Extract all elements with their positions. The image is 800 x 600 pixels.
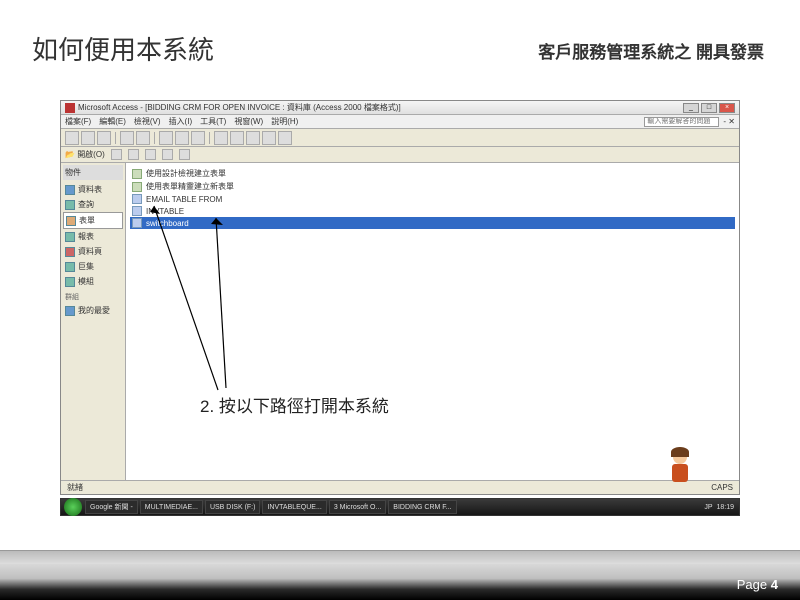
windows-taskbar: Google 新聞 - MULTIMEDIAE... USB DISK (F:)…: [60, 498, 740, 516]
start-button[interactable]: [64, 498, 82, 516]
db-toolbar-button[interactable]: [145, 149, 156, 160]
wizard-icon: [132, 182, 142, 192]
nav-reports[interactable]: 報表: [63, 229, 123, 244]
access-icon: [65, 103, 75, 113]
taskbar-item[interactable]: BIDDING CRM F...: [388, 500, 456, 514]
list-item[interactable]: 使用設計檢視建立表單: [130, 167, 735, 180]
menu-insert[interactable]: 插入(I): [169, 116, 193, 127]
taskbar-item[interactable]: 3 Microsoft O...: [329, 500, 386, 514]
nav-favorites[interactable]: 我的最愛: [63, 303, 123, 318]
toolbar-button[interactable]: [136, 131, 150, 145]
toolbar-separator: [209, 132, 210, 144]
module-icon: [65, 277, 75, 287]
menu-tools[interactable]: 工具(T): [200, 116, 226, 127]
toolbar-button[interactable]: [175, 131, 189, 145]
report-icon: [65, 232, 75, 242]
page-number: Page 4: [737, 577, 778, 592]
slide-subtitle: 客戶服務管理系統之 開具發票: [538, 38, 764, 63]
db-toolbar-button[interactable]: [162, 149, 173, 160]
db-toolbar-button[interactable]: [179, 149, 190, 160]
window-controls: _ □ ×: [683, 103, 735, 113]
nav-groups-header: 群組: [63, 289, 123, 303]
db-toolbar-button[interactable]: [111, 149, 122, 160]
form-object-icon: [132, 218, 142, 228]
statusbar: 就緒 CAPS: [61, 480, 739, 494]
caps-indicator: CAPS: [711, 483, 733, 492]
object-list: 使用設計檢視建立表單 使用表單精靈建立新表單 EMAIL TABLE FROM …: [126, 163, 739, 480]
form-icon: [66, 216, 76, 226]
help-search-input[interactable]: [644, 117, 719, 127]
taskbar-item[interactable]: MULTIMEDIAE...: [140, 500, 203, 514]
access-screenshot: Microsoft Access - [BIDDING CRM FOR OPEN…: [60, 100, 740, 495]
table-icon: [65, 185, 75, 195]
form-object-icon: [132, 206, 142, 216]
menubar: 檔案(F) 編輯(E) 檢視(V) 插入(I) 工具(T) 視窗(W) 說明(H…: [61, 115, 739, 129]
database-body: 物件 資料表 查詢 表單 報表 資料頁 巨集 模組 群組 我的最愛 使用設計檢視…: [61, 163, 739, 480]
open-button[interactable]: 📂 開啟(O): [65, 149, 105, 160]
toolbar-button[interactable]: [159, 131, 173, 145]
maximize-button[interactable]: □: [701, 103, 717, 113]
favorites-icon: [65, 306, 75, 316]
toolbar-button[interactable]: [262, 131, 276, 145]
list-item[interactable]: 使用表單精靈建立新表單: [130, 180, 735, 193]
toolbar-button[interactable]: [120, 131, 134, 145]
nav-forms[interactable]: 表單: [63, 212, 123, 229]
menu-view[interactable]: 檢視(V): [134, 116, 161, 127]
menu-file[interactable]: 檔案(F): [65, 116, 91, 127]
footer-bar: [0, 564, 800, 600]
minimize-button[interactable]: _: [683, 103, 699, 113]
helper-avatar: [667, 450, 693, 490]
menu-edit[interactable]: 編輯(E): [99, 116, 126, 127]
toolbar-separator: [115, 132, 116, 144]
slide-title: 如何便用本系統: [32, 30, 214, 67]
instruction-text: 2. 按以下路徑打開本系統: [200, 392, 389, 417]
list-item[interactable]: EMAIL TABLE FROM: [130, 193, 735, 205]
form-object-icon: [132, 194, 142, 204]
list-item-selected[interactable]: switchboard: [130, 217, 735, 229]
taskbar-item[interactable]: INVTABLEQUE...: [262, 500, 326, 514]
footer-separator: [0, 550, 800, 564]
menu-window[interactable]: 視窗(W): [234, 116, 263, 127]
menu-help[interactable]: 說明(H): [271, 116, 298, 127]
db-toolbar-button[interactable]: [128, 149, 139, 160]
toolbar-separator: [154, 132, 155, 144]
macro-icon: [65, 262, 75, 272]
nav-objects-header: 物件: [63, 165, 123, 180]
nav-queries[interactable]: 查詢: [63, 197, 123, 212]
query-icon: [65, 200, 75, 210]
list-item[interactable]: INVTABLE: [130, 205, 735, 217]
window-title-text: Microsoft Access - [BIDDING CRM FOR OPEN…: [78, 102, 683, 113]
window-titlebar: Microsoft Access - [BIDDING CRM FOR OPEN…: [61, 101, 739, 115]
toolbar-button[interactable]: [278, 131, 292, 145]
nav-macros[interactable]: 巨集: [63, 259, 123, 274]
taskbar-item[interactable]: USB DISK (F:): [205, 500, 261, 514]
page-icon: [65, 247, 75, 257]
toolbar-button[interactable]: [230, 131, 244, 145]
toolbar-button[interactable]: [214, 131, 228, 145]
inner-close-button[interactable]: - ✕: [723, 117, 735, 126]
toolbar-button[interactable]: [191, 131, 205, 145]
navigation-pane: 物件 資料表 查詢 表單 報表 資料頁 巨集 模組 群組 我的最愛: [61, 163, 126, 480]
toolbar-button[interactable]: [97, 131, 111, 145]
toolbar: [61, 129, 739, 147]
design-icon: [132, 169, 142, 179]
taskbar-clock: JP 18:19: [699, 504, 739, 511]
status-text: 就緒: [67, 482, 83, 493]
nav-tables[interactable]: 資料表: [63, 182, 123, 197]
nav-modules[interactable]: 模組: [63, 274, 123, 289]
toolbar-button[interactable]: [246, 131, 260, 145]
toolbar-button[interactable]: [65, 131, 79, 145]
nav-pages[interactable]: 資料頁: [63, 244, 123, 259]
close-button[interactable]: ×: [719, 103, 735, 113]
toolbar-button[interactable]: [81, 131, 95, 145]
db-toolbar: 📂 開啟(O): [61, 147, 739, 163]
taskbar-item[interactable]: Google 新聞 -: [85, 500, 138, 514]
